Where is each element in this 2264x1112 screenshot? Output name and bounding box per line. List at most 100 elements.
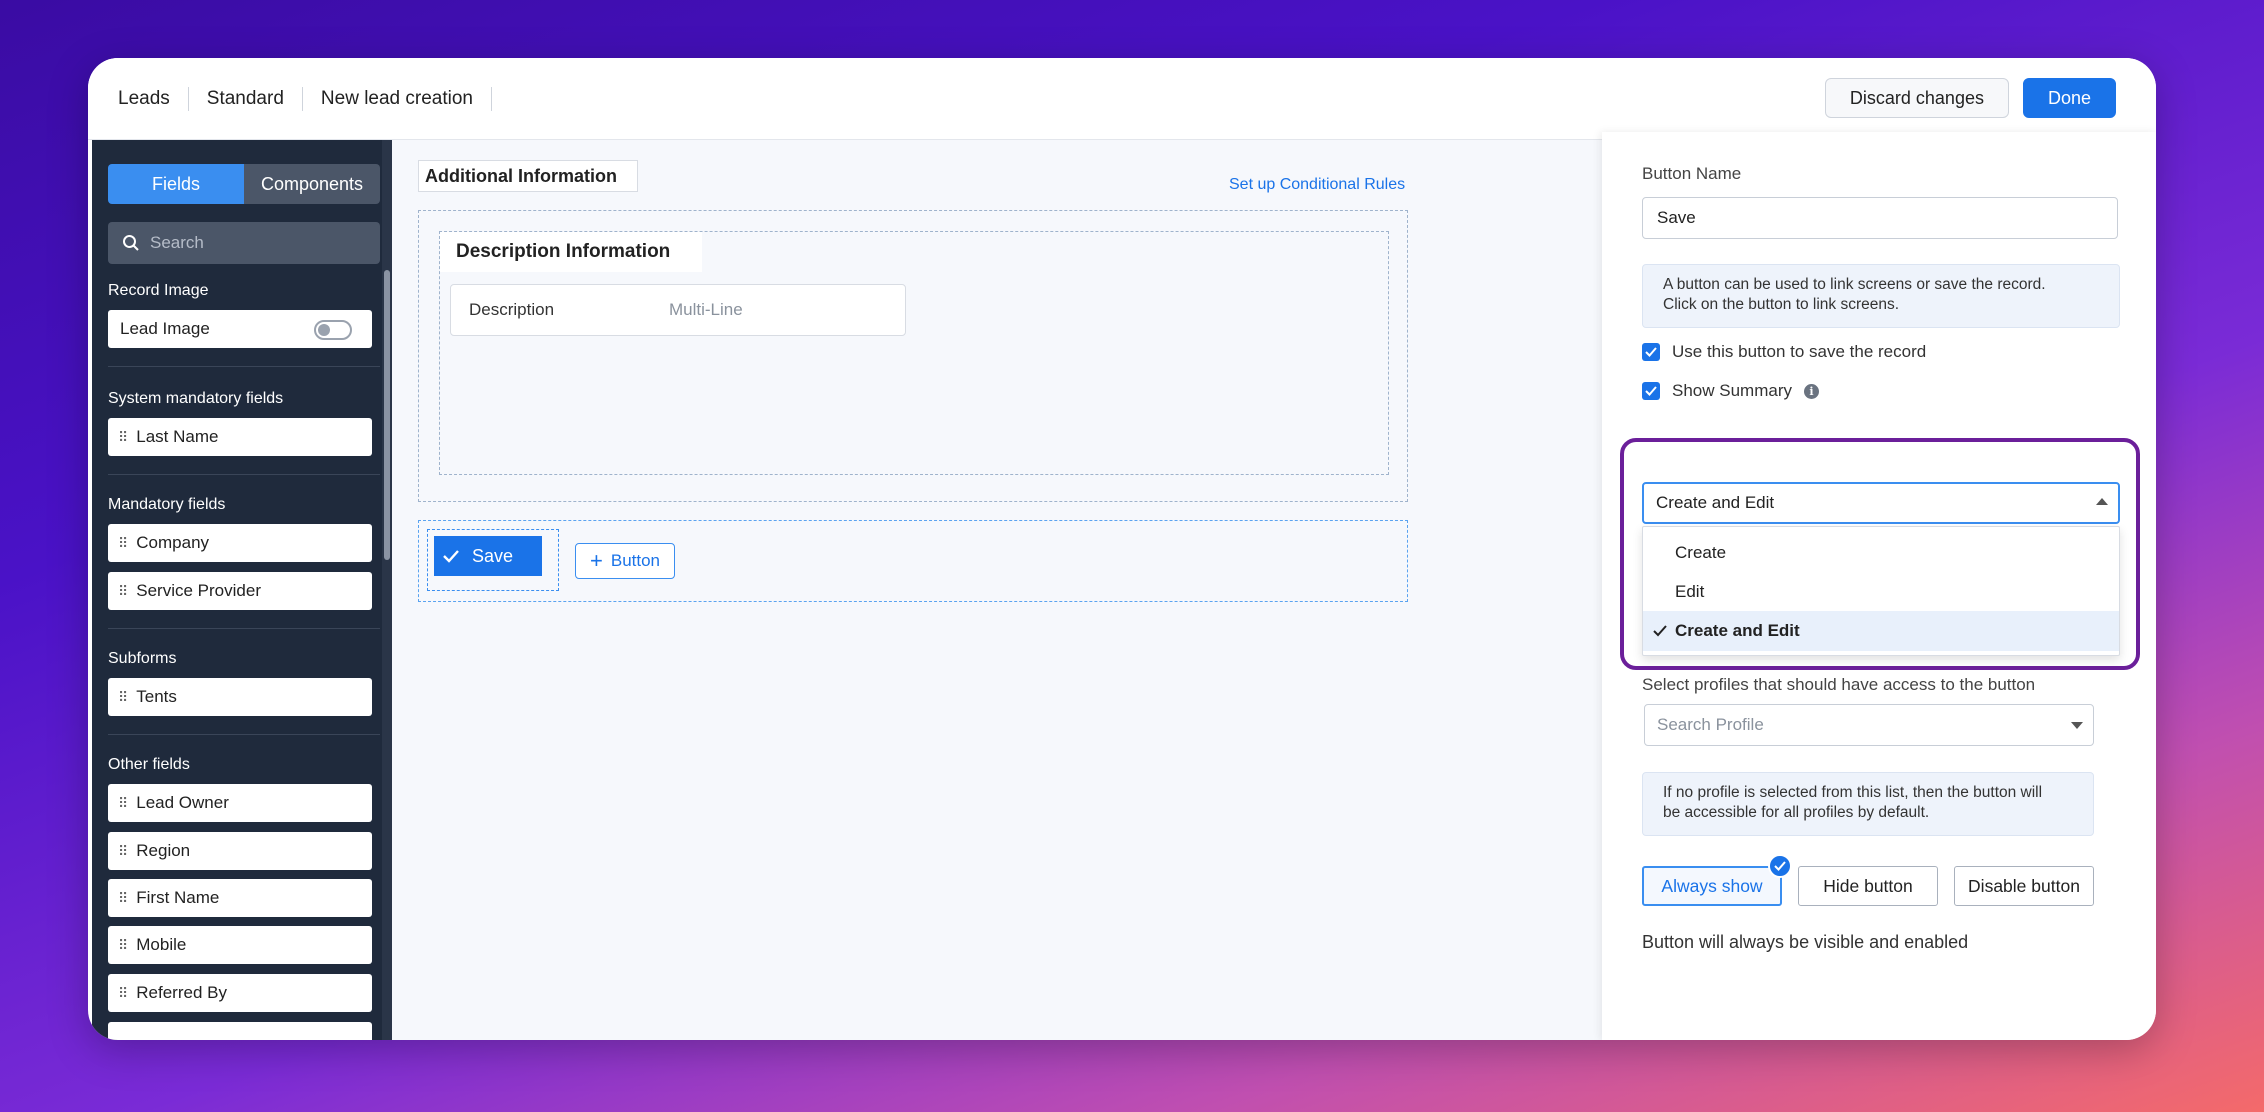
field-partial[interactable] [108,1022,372,1040]
option-edit[interactable]: Edit [1643,572,2119,612]
top-header: Leads Standard New lead creation Discard… [88,58,2156,140]
field-tents[interactable]: ⠿ Tents [108,678,372,716]
field-label: Service Provider [136,581,261,600]
drag-handle-icon[interactable]: ⠿ [118,843,128,860]
sidebar-search-input[interactable]: Search [108,222,380,264]
field-label: Referred By [136,983,227,1002]
add-button-label: Button [610,551,661,570]
done-button[interactable]: Done [2022,78,2116,118]
description-section-title[interactable]: Description Information [440,232,702,272]
info-text-line-1: A button can be used to link screens or … [1663,276,2046,293]
divider [108,734,380,735]
scrollbar-thumb[interactable] [384,270,390,560]
field-label: Company [136,533,210,552]
breadcrumb-standard[interactable]: Standard [189,86,303,111]
profile-info-line-1: If no profile is selected from this list… [1663,784,2043,801]
option-label: Create and Edit [1675,621,1800,640]
info-icon[interactable]: i [1803,383,1819,399]
save-button-wrapper: Save [427,529,559,591]
section-system-mandatory: System mandatory fields [108,390,284,407]
drag-handle-icon[interactable]: ⠿ [118,689,128,706]
option-create[interactable]: Create [1643,533,2119,573]
drag-handle-icon[interactable]: ⠿ [118,985,128,1002]
field-last-name[interactable]: ⠿ Last Name [108,418,372,456]
field-mobile[interactable]: ⠿ Mobile [108,926,372,964]
profiles-label: Select profiles that should have access … [1642,675,2036,694]
field-lead-owner[interactable]: ⠿ Lead Owner [108,784,372,822]
description-field-label: Description [469,300,555,319]
field-service-provider[interactable]: ⠿ Service Provider [108,572,372,610]
button-name-input[interactable]: Save [1642,197,2118,239]
drag-handle-icon[interactable]: ⠿ [118,429,128,446]
divider [108,474,380,475]
field-lead-image[interactable]: Lead Image [108,310,372,348]
show-summary-checkbox[interactable] [1642,382,1660,400]
lead-image-toggle[interactable] [314,320,352,340]
section-other-fields: Other fields [108,756,190,773]
search-profile-select[interactable]: Search Profile [1644,704,2094,746]
field-label: Tents [136,687,177,706]
button-row: Save + Button [418,520,1408,602]
check-icon [1645,347,1657,357]
breadcrumb-leads[interactable]: Leads [118,86,189,111]
field-label: Lead Owner [136,793,229,812]
profile-placeholder: Search Profile [1657,715,1764,734]
button-properties-panel: Button Name Save A button can be used to… [1602,132,2156,1040]
description-field[interactable]: Description Multi-Line [450,284,906,336]
drag-handle-icon[interactable]: ⠿ [118,795,128,812]
app-window: Leads Standard New lead creation Discard… [88,58,2156,1040]
drag-handle-icon[interactable]: ⠿ [118,937,128,954]
field-company[interactable]: ⠿ Company [108,524,372,562]
discard-changes-button[interactable]: Discard changes [1824,78,2009,118]
tab-components[interactable]: Components [244,164,380,204]
disable-button-button[interactable]: Disable button [1954,866,2094,906]
save-label: Save [472,545,514,566]
search-icon [123,235,139,251]
field-first-name[interactable]: ⠿ First Name [108,879,372,917]
sidebar-tabs: Fields Components [108,164,380,204]
field-region[interactable]: ⠿ Region [108,832,372,870]
description-field-type: Multi-Line [669,300,743,319]
always-show-button[interactable]: Always show [1642,854,1792,906]
search-placeholder: Search [150,233,204,252]
conditional-rules-link[interactable]: Set up Conditional Rules [1229,176,1405,194]
field-label: Last Name [136,427,219,446]
use-save-checkbox-row[interactable]: Use this button to save the record [1642,342,1926,362]
profile-info-line-2: be accessible for all profiles by defaul… [1663,804,1930,821]
visibility-note: Button will always be visible and enable… [1642,932,1969,952]
header-actions: Discard changes Done [1824,78,2116,118]
drag-handle-icon[interactable]: ⠿ [118,583,128,600]
profile-info-box: If no profile is selected from this list… [1642,772,2094,836]
button-info-box: A button can be used to link screens or … [1642,264,2120,328]
show-summary-label: Show Summary [1672,381,1792,400]
option-create-and-edit[interactable]: Create and Edit [1643,611,2119,651]
hide-button-button[interactable]: Hide button [1798,866,1938,906]
button-name-label: Button Name [1642,164,1742,183]
chevron-up-icon [2096,498,2108,505]
field-referred-by[interactable]: ⠿ Referred By [108,974,372,1012]
chevron-down-icon [2071,722,2083,729]
drag-handle-icon[interactable]: ⠿ [118,890,128,907]
section-subforms: Subforms [108,650,177,667]
always-show-label: Always show [1661,875,1763,896]
selected-check-icon [1768,854,1792,878]
drag-handle-icon[interactable]: ⠿ [118,535,128,552]
info-text-line-2: Click on the button to link screens. [1663,296,1900,313]
section-record-image: Record Image [108,282,209,299]
section-container: Description Information Description Mult… [418,210,1408,502]
use-save-checkbox[interactable] [1642,343,1660,361]
summary-selected-value: Create and Edit [1656,493,1775,512]
summary-mode-dropdown: Create Edit Create and Edit [1642,526,2120,656]
canvas-save-button[interactable]: Save [434,536,542,576]
add-button[interactable]: + Button [575,543,676,579]
fields-sidebar: Fields Components Search Record Image Le… [92,140,392,1040]
sidebar-scrollbar[interactable] [382,140,392,1040]
check-icon [1645,386,1657,396]
divider [108,628,380,629]
show-summary-checkbox-row[interactable]: Show Summary i [1642,381,1819,401]
check-icon [1653,625,1667,637]
tab-fields[interactable]: Fields [108,164,244,204]
summary-mode-select[interactable]: Create and Edit [1642,482,2120,524]
layout-canvas: Additional Information Set up Conditiona… [392,140,1602,1040]
section-tag-additional-information[interactable]: Additional Information [418,160,638,192]
